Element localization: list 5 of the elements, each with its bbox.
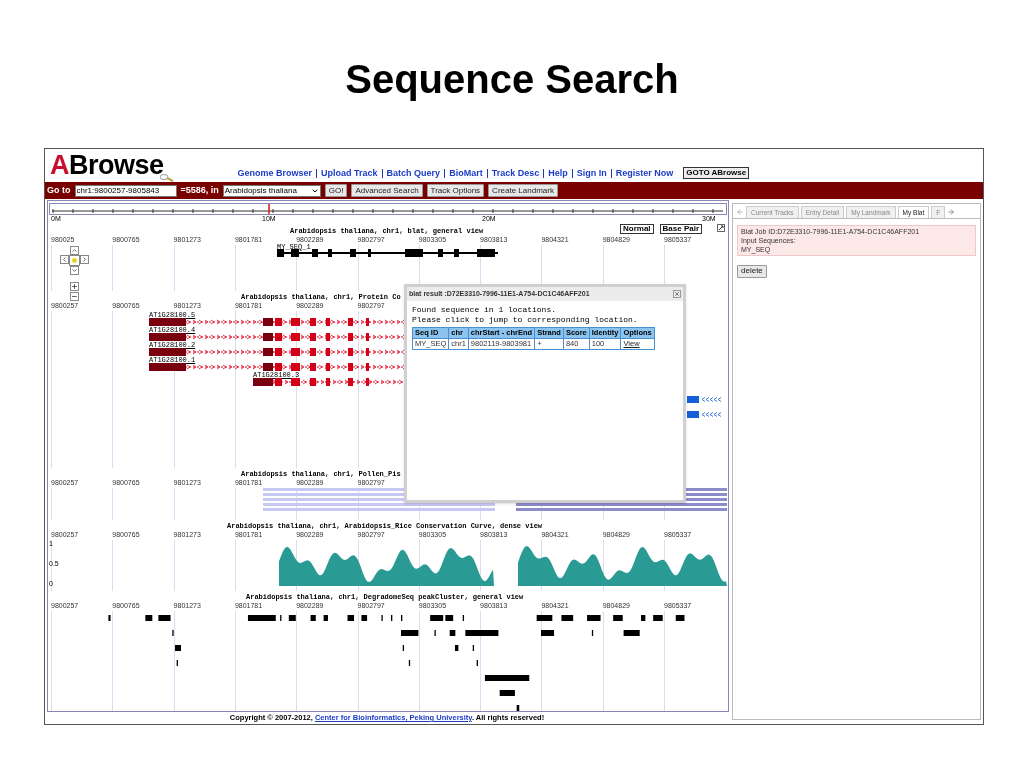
dialog-message: Found sequence in 1 locations. xyxy=(412,305,558,315)
length-text: =5586, in xyxy=(180,183,219,197)
goto-label: Go to xyxy=(47,183,71,197)
dialog-message: Please click to jump to corresponding location. xyxy=(412,315,639,325)
slide-title: Sequence Search xyxy=(345,56,679,103)
